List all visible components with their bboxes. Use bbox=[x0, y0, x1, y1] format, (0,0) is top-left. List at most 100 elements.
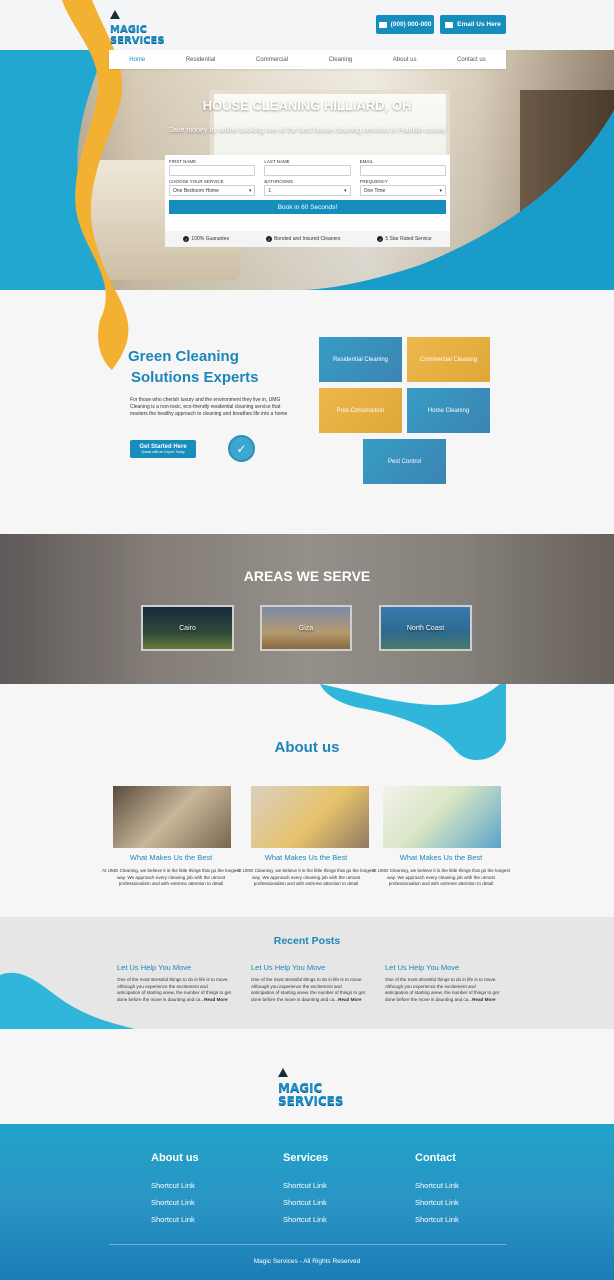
footer-link[interactable]: Shortcut Link bbox=[151, 1198, 195, 1207]
post-excerpt: One of the most stressful things to do i… bbox=[117, 977, 232, 1003]
service-select[interactable]: One Bedroom Home ▾ bbox=[169, 185, 256, 196]
guarantee-text: Bonded and Insured Cleaners bbox=[274, 236, 341, 242]
post-heading[interactable]: Let Us Help You Move bbox=[117, 963, 232, 972]
envelope-icon bbox=[445, 21, 454, 28]
service-value: One Bedroom Home bbox=[173, 187, 219, 194]
hero-title: HOUSE CLEANING HILLIARD, OH bbox=[202, 98, 412, 113]
green-title-line2: Solutions Experts bbox=[131, 369, 259, 386]
service-tile-post-construction[interactable]: Post-Construction bbox=[319, 388, 402, 433]
nav-item-commercial[interactable]: Commercial bbox=[256, 57, 288, 63]
check-icon: ✓ bbox=[266, 236, 273, 242]
last-name-field[interactable] bbox=[264, 165, 351, 176]
about-card-text: At UMG Cleaning, we believe it is the li… bbox=[237, 868, 375, 887]
guarantee-item: ✓ 5 Star Rated Service bbox=[377, 236, 432, 242]
service-tile-residential[interactable]: Residential Cleaning bbox=[319, 337, 402, 382]
footer-link[interactable]: Shortcut Link bbox=[415, 1215, 459, 1224]
post-excerpt: One of the most stressful things to do i… bbox=[251, 977, 366, 1003]
dropdown-arrow-icon: ▾ bbox=[344, 187, 347, 194]
areas-section: AREAS WE SERVE Cairo Giza North Coast bbox=[0, 534, 614, 684]
service-tile-home-cleaning[interactable]: Home Cleaning bbox=[407, 388, 490, 433]
first-name-field[interactable] bbox=[169, 165, 256, 176]
eco-certified-badge-icon: ✓ bbox=[228, 435, 255, 462]
hero-subtitle: Save money by online booking one of the … bbox=[168, 127, 446, 134]
get-started-button[interactable]: Get Started Here Speak with an Expert To… bbox=[130, 440, 196, 458]
about-image-cleaning-team bbox=[383, 786, 501, 848]
email-button-label: Email Us Here bbox=[457, 21, 501, 28]
about-card-text: At UMG Cleaning, we believe it is the li… bbox=[372, 868, 510, 887]
footer-divider bbox=[109, 1244, 506, 1245]
footer-link[interactable]: Shortcut Link bbox=[283, 1215, 327, 1224]
read-more-link[interactable]: Read More bbox=[472, 997, 496, 1002]
area-card-north-coast[interactable]: North Coast bbox=[379, 605, 472, 651]
service-label: CHOOSE YOUR SERVICE bbox=[169, 179, 224, 184]
guarantee-text: 5 Star Rated Service bbox=[385, 236, 432, 242]
wizard-hat-icon bbox=[110, 10, 120, 19]
nav-item-about[interactable]: About us bbox=[393, 57, 417, 63]
brand-name-line1: MAGIC bbox=[110, 24, 147, 35]
post-heading[interactable]: Let Us Help You Move bbox=[385, 963, 500, 972]
about-card-heading: What Makes Us the Best bbox=[264, 853, 348, 862]
get-started-sublabel: Speak with an Expert Today bbox=[141, 450, 185, 454]
email-label: EMAIL bbox=[359, 159, 374, 164]
read-more-link[interactable]: Read More bbox=[204, 997, 228, 1002]
footer-heading-services: Services bbox=[283, 1152, 329, 1164]
book-button[interactable]: Book in 60 Seconds! bbox=[169, 200, 446, 214]
areas-title: AREAS WE SERVE bbox=[243, 568, 371, 584]
dropdown-arrow-icon: ▾ bbox=[439, 187, 442, 194]
bathrooms-select[interactable]: 1 ▾ bbox=[264, 185, 351, 196]
guarantee-bar: ✓ 100% Guarantee ✓ Bonded and Insured Clea… bbox=[165, 231, 450, 247]
about-card-text: At UMG Cleaning, we believe it is the li… bbox=[102, 868, 240, 887]
frequency-label: FREQUENCY bbox=[359, 179, 388, 184]
bathrooms-value: 1 bbox=[268, 187, 272, 194]
recent-posts-title: Recent Posts bbox=[273, 935, 341, 947]
footer-heading-about: About us bbox=[151, 1152, 199, 1164]
copyright-text: Magic Services - All Rights Reserved bbox=[253, 1258, 361, 1265]
frequency-select[interactable]: One Time ▾ bbox=[359, 185, 446, 196]
first-name-label: FIRST NAME bbox=[169, 159, 197, 164]
bathrooms-label: BATHROOMS bbox=[264, 179, 293, 184]
guarantee-item: ✓ 100% Guarantee bbox=[183, 236, 229, 242]
check-icon: ✓ bbox=[377, 236, 384, 242]
nav-item-contact[interactable]: Contact us bbox=[457, 57, 486, 63]
green-cleaning-text: For those who cherish luxury and the env… bbox=[130, 397, 288, 417]
brand-logo[interactable]: MAGIC SERVICES bbox=[110, 6, 170, 46]
about-image-cleaning-gloves bbox=[251, 786, 369, 848]
footer-link[interactable]: Shortcut Link bbox=[283, 1198, 327, 1207]
area-card-cairo[interactable]: Cairo bbox=[141, 605, 234, 651]
post-excerpt: One of the most stressful things to do i… bbox=[385, 977, 500, 1003]
brand-name-line2: SERVICES bbox=[278, 1094, 344, 1108]
read-more-link[interactable]: Read More bbox=[338, 997, 362, 1002]
phone-button[interactable]: (000) 000-000 bbox=[376, 15, 434, 34]
about-image-livingroom bbox=[113, 786, 231, 848]
frequency-value: One Time bbox=[363, 187, 386, 194]
footer-link[interactable]: Shortcut Link bbox=[151, 1215, 195, 1224]
last-name-label: LAST NAME bbox=[264, 159, 290, 164]
footer-heading-contact: Contact bbox=[415, 1152, 456, 1164]
service-tile-commercial[interactable]: Commercial Cleaning bbox=[407, 337, 490, 382]
guarantee-item: ✓ Bonded and Insured Cleaners bbox=[266, 236, 341, 242]
phone-number: (000) 000-000 bbox=[390, 21, 432, 28]
green-title-line1: Green Cleaning bbox=[128, 348, 239, 365]
footer-link[interactable]: Shortcut Link bbox=[283, 1181, 327, 1190]
service-tile-pest-control[interactable]: Pest Control bbox=[363, 439, 446, 484]
footer-logo[interactable]: MAGIC SERVICES bbox=[278, 1064, 348, 1108]
footer-link[interactable]: Shortcut Link bbox=[415, 1198, 459, 1207]
nav-item-residential[interactable]: Residential bbox=[186, 57, 216, 63]
footer-link[interactable]: Shortcut Link bbox=[415, 1181, 459, 1190]
brand-name-line2: SERVICES bbox=[110, 35, 165, 46]
email-field[interactable] bbox=[359, 165, 446, 176]
phone-icon bbox=[378, 21, 387, 28]
nav-item-home[interactable]: Home bbox=[129, 57, 145, 63]
post-heading[interactable]: Let Us Help You Move bbox=[251, 963, 366, 972]
site-header bbox=[0, 0, 614, 50]
dropdown-arrow-icon: ▾ bbox=[248, 187, 252, 194]
footer-link[interactable]: Shortcut Link bbox=[151, 1181, 195, 1190]
area-card-giza[interactable]: Giza bbox=[260, 605, 352, 651]
wizard-hat-icon bbox=[278, 1068, 288, 1077]
about-card-heading: What Makes Us the Best bbox=[129, 853, 213, 862]
email-button[interactable]: Email Us Here bbox=[440, 15, 506, 34]
nav-item-cleaning[interactable]: Cleaning bbox=[329, 57, 353, 63]
about-card-heading: What Makes Us the Best bbox=[399, 853, 483, 862]
green-cleaning-title: Green Cleaning Solutions Experts bbox=[128, 346, 318, 388]
guarantee-text: 100% Guarantee bbox=[191, 236, 230, 242]
